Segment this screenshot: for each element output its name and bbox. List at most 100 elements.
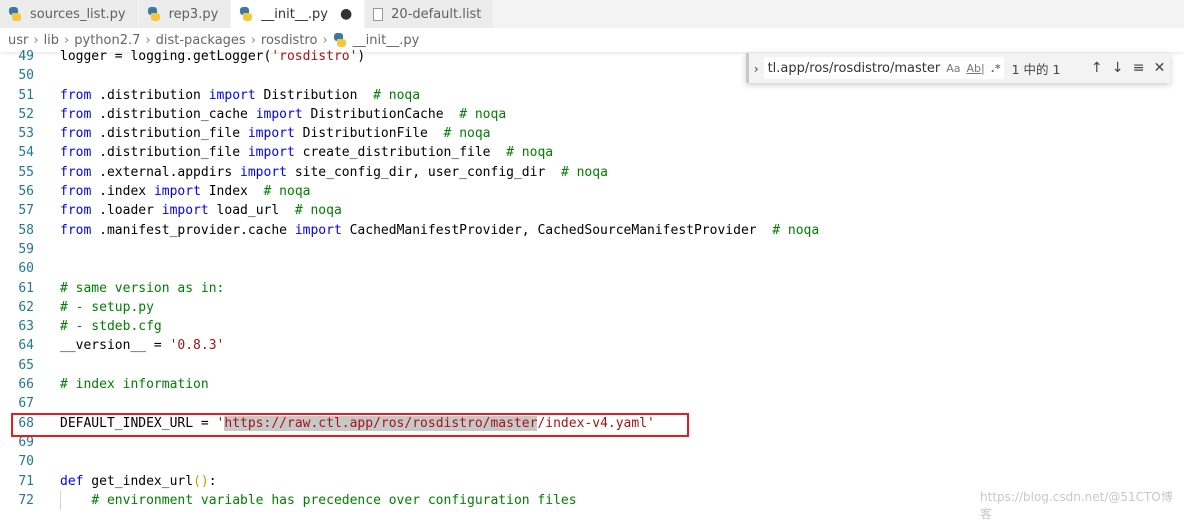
breadcrumb-item[interactable]: lib (44, 33, 59, 48)
code-token: .loader (91, 203, 162, 219)
code-line: 70 (0, 452, 1184, 471)
code-token: .distribution (91, 87, 209, 103)
chevron-right-icon: › (33, 32, 39, 48)
close-icon[interactable]: ✕ (1149, 60, 1170, 76)
code-token: from (60, 106, 92, 122)
line-number: 54 (18, 145, 34, 161)
code-line: 66 # index information (0, 375, 1184, 394)
line-number: 65 (18, 357, 34, 373)
code-token: # - stdeb.cfg (60, 319, 162, 335)
breadcrumb-item[interactable]: usr (8, 33, 28, 48)
code-line: 61 # same version as in: (0, 279, 1184, 298)
code-token: create_distribution_file (294, 145, 507, 161)
toggle-replace-icon[interactable]: › (749, 61, 764, 76)
chevron-right-icon: › (322, 32, 328, 48)
find-in-selection-icon[interactable]: ≡ (1128, 60, 1149, 76)
code-token: __version__ = (60, 338, 170, 354)
tab-sources-list-py[interactable]: sources_list.py (0, 0, 139, 28)
tab-init-py[interactable]: __init__.py ● (231, 0, 366, 28)
code-token: import (247, 145, 295, 161)
code-editor[interactable]: 49 logger = logging.getLogger('rosdistro'… (0, 47, 1184, 511)
regex-icon[interactable]: .* (991, 62, 1001, 75)
line-text: from .distribution import Distribution #… (60, 86, 420, 105)
line-text: __version__ = '0.8.3' (60, 336, 224, 355)
code-token: 'rosdistro' (271, 49, 358, 64)
code-token: load_url (208, 203, 295, 219)
tab-bar: sources_list.py rep3.py __init__.py ● 20-def… (0, 0, 1184, 28)
code-token: .distribution_cache (91, 106, 256, 122)
code-token: def (60, 473, 84, 489)
code-token: # noqa (263, 184, 311, 200)
code-line: 55 from .external.appdirs import site_con… (0, 163, 1184, 182)
code-token: from (60, 126, 92, 142)
tab-label: __init__.py (261, 6, 328, 22)
tab-rep3-py[interactable]: rep3.py (138, 0, 232, 28)
breadcrumb-item[interactable]: dist-packages (156, 33, 246, 48)
code-token: from (60, 87, 92, 103)
watermark: https://blog.csdn.net/@51CTO博客 (980, 490, 1173, 521)
code-line: 64 __version__ = '0.8.3' (0, 336, 1184, 355)
code-token: get_index_url (83, 473, 194, 489)
line-number: 67 (18, 396, 34, 412)
code-token: : (208, 473, 217, 489)
line-text: from .distribution_file import Distribut… (60, 124, 491, 143)
code-token: .manifest_provider.cache (91, 222, 295, 238)
match-count: 1 中的 1 (1011, 61, 1061, 77)
code-line: 56 from .index import Index # noqa (0, 182, 1184, 201)
code-token: Index (200, 184, 264, 200)
line-number: 64 (18, 338, 34, 354)
code-token: ) (357, 49, 366, 64)
line-text: from .distribution_file import create_di… (60, 143, 553, 162)
breadcrumb-item[interactable]: __init__.py (353, 33, 420, 48)
previous-match-icon[interactable]: ↑ (1086, 60, 1107, 76)
line-text: # - stdeb.cfg (60, 317, 162, 336)
code-token: from (60, 184, 92, 200)
code-token: .index (91, 184, 154, 200)
code-token: Distribution (255, 87, 374, 103)
unsaved-dot-icon[interactable]: ● (340, 6, 352, 22)
line-number: 49 (18, 49, 34, 64)
code-token: import (255, 106, 303, 122)
code-token: from (60, 164, 92, 180)
code-line: 67 (0, 394, 1184, 413)
python-icon (239, 7, 253, 21)
line-number: 72 (18, 492, 34, 508)
code-token: # noqa (294, 203, 342, 219)
code-token: # noqa (443, 126, 491, 142)
line-text: from .manifest_provider.cache import Cac… (60, 221, 819, 240)
file-icon (373, 7, 384, 21)
code-token: logger = logging.getLogger( (60, 49, 272, 64)
code-token: from (60, 222, 92, 238)
code-token: .distribution_file (91, 126, 248, 142)
tab-20-default-list[interactable]: 20-default.list (365, 0, 495, 28)
line-text: from .index import Index # noqa (60, 182, 311, 201)
code-token: DistributionFile (294, 126, 444, 142)
code-line: 53 from .distribution_file import Distrib… (0, 124, 1184, 143)
tab-label: sources_list.py (30, 6, 126, 22)
line-text: # environment variable has precedence ov… (60, 491, 576, 510)
breadcrumb-item[interactable]: rosdistro (261, 33, 318, 48)
breadcrumb-item[interactable]: python2.7 (74, 33, 140, 48)
line-number: 55 (18, 164, 34, 180)
line-text: # same version as in: (60, 279, 224, 298)
line-text: logger = logging.getLogger('rosdistro') (60, 47, 365, 66)
line-number: 57 (18, 203, 34, 219)
whole-word-icon[interactable]: Ab| (966, 62, 984, 75)
code-token: import (153, 184, 201, 200)
code-line: 65 (0, 356, 1184, 375)
code-token: .external.appdirs (91, 164, 241, 180)
find-input-value[interactable]: tl.app/ros/rosdistro/master (768, 61, 941, 76)
next-match-icon[interactable]: ↓ (1107, 60, 1128, 76)
code-token: import (208, 87, 256, 103)
code-line: 60 (0, 259, 1184, 278)
chevron-right-icon: › (145, 32, 151, 48)
code-token: # index information (60, 377, 209, 393)
line-text: def get_index_url(): (60, 472, 217, 491)
line-number: 71 (18, 473, 34, 489)
code-token: # noqa (506, 145, 554, 161)
code-line: 57 from .loader import load_url # noqa (0, 201, 1184, 220)
find-input[interactable]: tl.app/ros/rosdistro/master Aa Ab| .* (763, 57, 1004, 79)
match-case-icon[interactable]: Aa (946, 62, 960, 75)
code-token: # noqa (560, 164, 608, 180)
